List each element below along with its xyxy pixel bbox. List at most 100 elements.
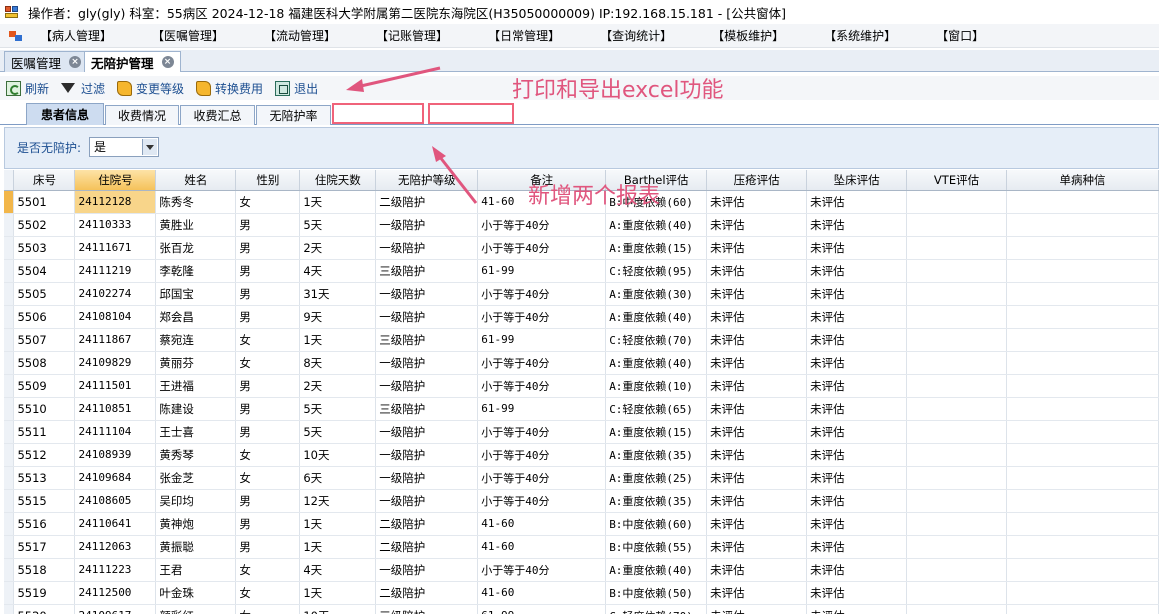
barthel-cell[interactable]: A:重度依赖(40) [605, 351, 708, 375]
patient-name-cell[interactable]: 王君 [155, 558, 237, 582]
single-disease-cell[interactable] [1006, 397, 1159, 421]
column-header[interactable]: 床号 [13, 170, 76, 191]
row-indicator[interactable] [4, 512, 15, 536]
escort-level-cell[interactable]: 三级陪护 [375, 328, 479, 352]
stay-days-cell[interactable]: 1天 [299, 535, 377, 559]
row-indicator[interactable] [4, 489, 15, 513]
admission-no-cell[interactable]: 24102274 [74, 282, 157, 306]
patient-name-cell[interactable]: 黄振聪 [155, 535, 237, 559]
gender-cell[interactable]: 男 [235, 236, 301, 260]
menu-query-statistics[interactable]: 【查询统计】 [594, 27, 678, 44]
single-disease-cell[interactable] [1006, 374, 1159, 398]
row-indicator[interactable] [4, 190, 15, 214]
table-row[interactable]: 5506 24108104 郑会昌男 9天 一级陪护 小于等于40分 A:重度依赖(40) 未… [4, 305, 1159, 329]
bed-no-cell[interactable]: 5506 [13, 305, 76, 329]
column-header[interactable]: 性别 [235, 170, 301, 191]
pressure-ulcer-cell[interactable]: 未评估 [706, 328, 808, 352]
gender-cell[interactable]: 男 [235, 512, 301, 536]
single-disease-cell[interactable] [1006, 581, 1159, 605]
remark-cell[interactable]: 61-99 [477, 604, 607, 614]
pressure-ulcer-cell[interactable]: 未评估 [706, 512, 808, 536]
fall-risk-cell[interactable]: 未评估 [806, 604, 908, 614]
stay-days-cell[interactable]: 10天 [299, 443, 377, 467]
table-row[interactable]: 5508 24109829 黄丽芬女 8天 一级陪护 小于等于40分 A:重度依赖(40) 未… [4, 351, 1159, 375]
fall-risk-cell[interactable]: 未评估 [806, 489, 908, 513]
fall-risk-cell[interactable]: 未评估 [806, 351, 908, 375]
stay-days-cell[interactable]: 1天 [299, 512, 377, 536]
vte-cell[interactable] [906, 489, 1007, 513]
vte-cell[interactable] [906, 443, 1007, 467]
admission-no-cell[interactable]: 24111867 [74, 328, 157, 352]
vte-cell[interactable] [906, 558, 1007, 582]
remark-cell[interactable]: 小于等于40分 [477, 213, 607, 237]
escort-level-cell[interactable]: 一级陪护 [375, 466, 479, 490]
pressure-ulcer-cell[interactable]: 未评估 [706, 374, 808, 398]
stay-days-cell[interactable]: 1天 [299, 328, 377, 352]
column-header[interactable]: 住院天数 [299, 170, 377, 191]
escort-level-cell[interactable]: 二级陪护 [375, 581, 479, 605]
gender-cell[interactable]: 女 [235, 351, 301, 375]
escort-level-cell[interactable]: 三级陪护 [375, 397, 479, 421]
fall-risk-cell[interactable]: 未评估 [806, 512, 908, 536]
gender-cell[interactable]: 女 [235, 190, 301, 214]
stay-days-cell[interactable]: 5天 [299, 420, 377, 444]
bed-no-cell[interactable]: 5505 [13, 282, 76, 306]
admission-no-cell[interactable]: 24111219 [74, 259, 157, 283]
vte-cell[interactable] [906, 259, 1007, 283]
escort-level-cell[interactable]: 一级陪护 [375, 351, 479, 375]
fall-risk-cell[interactable]: 未评估 [806, 328, 908, 352]
bed-no-cell[interactable]: 5519 [13, 581, 76, 605]
patient-name-cell[interactable]: 李乾隆 [155, 259, 237, 283]
pressure-ulcer-cell[interactable]: 未评估 [706, 305, 808, 329]
admission-no-cell[interactable]: 24110333 [74, 213, 157, 237]
column-header[interactable]: 无陪护等级 [375, 170, 479, 191]
patient-name-cell[interactable]: 黄秀琴 [155, 443, 237, 467]
barthel-cell[interactable]: A:重度依赖(35) [605, 489, 708, 513]
table-row[interactable]: 5516 24110641 黄神炮男 1天 二级陪护 41-60 B:中度依赖(60) 未评估… [4, 512, 1159, 536]
single-disease-cell[interactable] [1006, 282, 1159, 306]
stay-days-cell[interactable]: 4天 [299, 259, 377, 283]
close-icon[interactable]: × [69, 56, 82, 68]
barthel-cell[interactable]: A:重度依赖(15) [605, 236, 708, 260]
bed-no-cell[interactable]: 5508 [13, 351, 76, 375]
admission-no-cell[interactable]: 24112500 [74, 581, 157, 605]
tab-patient-info[interactable]: 患者信息 [26, 103, 104, 125]
single-disease-cell[interactable] [1006, 512, 1159, 536]
table-row[interactable]: 5519 24112500 叶金珠女 1天 二级陪护 41-60 B:中度依赖(50) 未评估… [4, 581, 1159, 605]
fall-risk-cell[interactable]: 未评估 [806, 259, 908, 283]
gender-cell[interactable]: 男 [235, 282, 301, 306]
remark-cell[interactable]: 小于等于40分 [477, 236, 607, 260]
gender-cell[interactable]: 男 [235, 489, 301, 513]
menu-billing-management[interactable]: 【记账管理】 [370, 27, 454, 44]
gender-cell[interactable]: 女 [235, 604, 301, 614]
table-row[interactable]: 5518 24111223 王君女 4天 一级陪护 小于等于40分 A:重度依赖(40) 未评… [4, 558, 1159, 582]
escort-level-cell[interactable]: 二级陪护 [375, 512, 479, 536]
patient-name-cell[interactable]: 王士喜 [155, 420, 237, 444]
row-indicator[interactable] [4, 351, 15, 375]
patient-name-cell[interactable]: 叶金珠 [155, 581, 237, 605]
row-indicator[interactable] [4, 558, 15, 582]
fall-risk-cell[interactable]: 未评估 [806, 443, 908, 467]
vte-cell[interactable] [906, 466, 1007, 490]
admission-no-cell[interactable]: 24109829 [74, 351, 157, 375]
pressure-ulcer-cell[interactable]: 未评估 [706, 443, 808, 467]
pressure-ulcer-cell[interactable]: 未评估 [706, 213, 808, 237]
barthel-cell[interactable]: A:重度依赖(25) [605, 466, 708, 490]
patient-name-cell[interactable]: 张金芝 [155, 466, 237, 490]
stay-days-cell[interactable]: 5天 [299, 213, 377, 237]
remark-cell[interactable]: 61-99 [477, 328, 607, 352]
row-indicator[interactable] [4, 213, 15, 237]
fall-risk-cell[interactable]: 未评估 [806, 420, 908, 444]
gender-cell[interactable]: 女 [235, 443, 301, 467]
patient-name-cell[interactable]: 黄神炮 [155, 512, 237, 536]
escort-level-cell[interactable]: 一级陪护 [375, 443, 479, 467]
vte-cell[interactable] [906, 420, 1007, 444]
row-indicator[interactable] [4, 236, 15, 260]
admission-no-cell[interactable]: 24109617 [74, 604, 157, 614]
pressure-ulcer-cell[interactable]: 未评估 [706, 489, 808, 513]
admission-no-cell[interactable]: 24110851 [74, 397, 157, 421]
pressure-ulcer-cell[interactable]: 未评估 [706, 558, 808, 582]
row-indicator[interactable] [4, 604, 15, 614]
escort-level-cell[interactable]: 一级陪护 [375, 282, 479, 306]
gender-cell[interactable]: 男 [235, 374, 301, 398]
